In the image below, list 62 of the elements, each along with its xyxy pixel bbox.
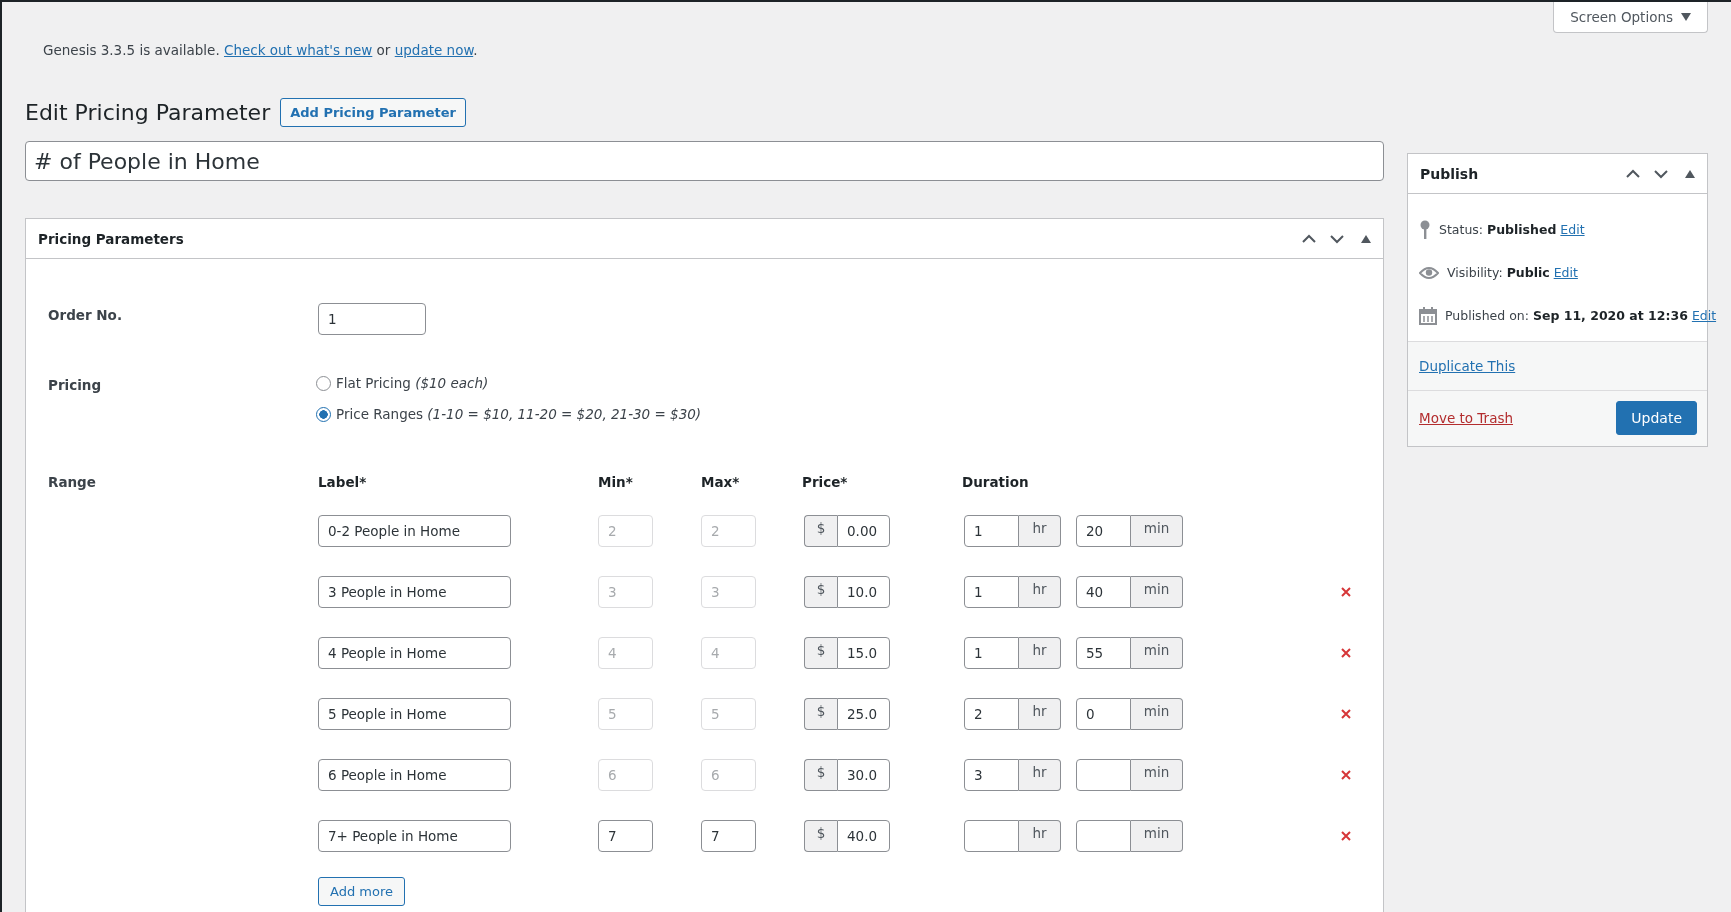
max-field[interactable]: 7 [701, 820, 756, 852]
field-label: Range [48, 474, 97, 490]
edit-link[interactable]: Edit [1560, 222, 1585, 237]
hours-addon: hr [1019, 576, 1061, 608]
title-field[interactable]: # of People in Home [25, 141, 1384, 181]
column-header: Label* [318, 474, 368, 490]
page-title: Edit Pricing Parameter [25, 100, 271, 125]
radio-button[interactable] [316, 375, 331, 391]
edit-link[interactable]: Edit [1691, 308, 1717, 323]
panel-title: Pricing Parameters [38, 230, 185, 247]
panel-title: Publish [1420, 165, 1480, 182]
minutes-addon: min [1131, 820, 1183, 852]
add-more-button[interactable]: Add more [318, 877, 405, 906]
hours-addon: hr [1019, 698, 1061, 730]
edit-link[interactable]: Edit [1553, 265, 1578, 280]
add-pricing-parameter-button[interactable]: Add Pricing Parameter [280, 98, 466, 127]
eye-icon [1419, 265, 1439, 280]
currency-addon: $ [804, 820, 837, 852]
screen-options-button[interactable]: Screen Options [1553, 2, 1708, 33]
remove-icon[interactable] [1341, 831, 1351, 841]
minutes-addon: min [1131, 637, 1183, 669]
whats-new-link[interactable]: Check out what's new [224, 42, 373, 58]
range-label-field[interactable]: 7+ People in Home [318, 820, 511, 852]
min-field[interactable]: 7 [598, 820, 653, 852]
publish-meta: Published on: Sep 11, 2020 at 12:36 Edit [1445, 308, 1717, 323]
column-header: Min* [598, 474, 634, 490]
hours-addon: hr [1019, 820, 1061, 852]
publish-meta: Status: Published Edit [1439, 222, 1585, 237]
price-field[interactable]: 40.0 [837, 820, 890, 852]
currency-addon: $ [804, 759, 837, 791]
hours-addon: hr [1019, 637, 1061, 669]
column-header: Max* [701, 474, 741, 490]
minutes-addon: min [1131, 576, 1183, 608]
currency-addon: $ [804, 576, 837, 608]
radio-label[interactable]: Price Ranges (1-10 = $10, 11-20 = $20, 21-30 = $30) [336, 406, 702, 422]
publish-meta: Visibility: Public Edit [1447, 265, 1578, 280]
currency-addon: $ [804, 698, 837, 730]
hours-addon: hr [1019, 759, 1061, 791]
column-header: Duration [962, 474, 1029, 490]
column-header: Price* [802, 474, 849, 490]
minutes-field[interactable] [1076, 820, 1131, 852]
minutes-addon: min [1131, 759, 1183, 791]
caret-icon [1681, 13, 1691, 21]
collapse-icon[interactable] [1685, 169, 1695, 178]
pin-icon [1419, 219, 1431, 240]
minutes-addon: min [1131, 698, 1183, 730]
hours-field[interactable] [964, 820, 1019, 852]
radio-button[interactable] [316, 406, 331, 422]
radio-label[interactable]: Flat Pricing ($10 each) [336, 375, 489, 391]
move-to-trash-link[interactable]: Move to Trash [1419, 410, 1513, 426]
update-notice: Genesis 3.3.5 is available. Check out what's new or update now. [43, 42, 479, 58]
duplicate-link[interactable]: Duplicate This [1419, 358, 1516, 374]
field-label: Order No. [48, 307, 123, 323]
update-button[interactable]: Update [1616, 401, 1697, 435]
collapse-icon[interactable] [1361, 234, 1371, 243]
currency-addon: $ [804, 637, 837, 669]
currency-addon: $ [804, 515, 837, 547]
order-number-field[interactable]: 1 [318, 303, 426, 335]
calendar-icon [1419, 306, 1437, 325]
minutes-addon: min [1131, 515, 1183, 547]
field-label: Pricing [48, 377, 103, 393]
hours-addon: hr [1019, 515, 1061, 547]
